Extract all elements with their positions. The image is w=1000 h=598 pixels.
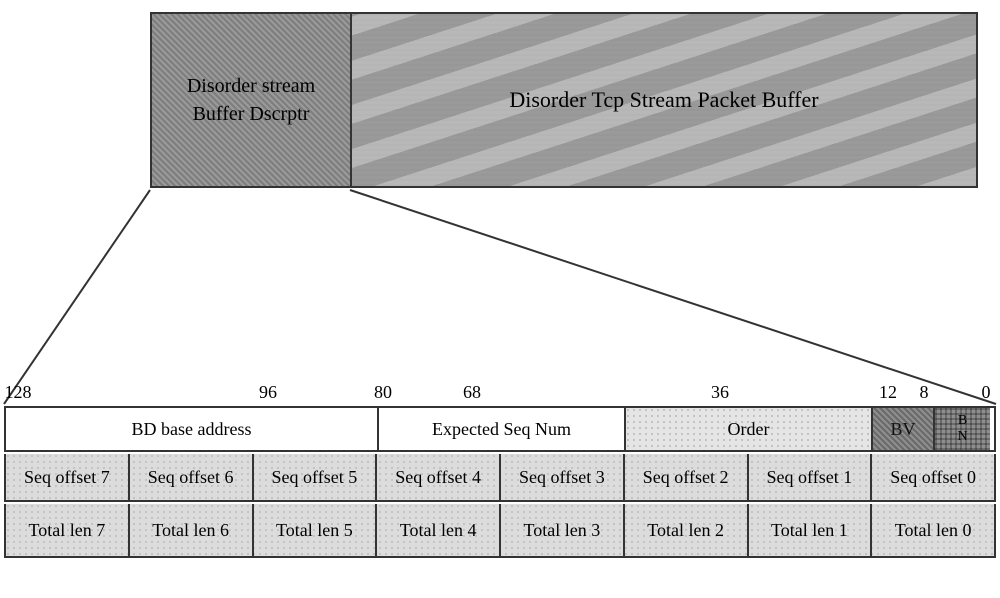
seq-offset-cell-5: Seq offset 5 (254, 454, 378, 500)
field-bv: BV (873, 408, 935, 450)
seq-offset-cell-3: Seq offset 3 (501, 454, 625, 500)
field-bar: BD base address Expected Seq Num Order B… (4, 406, 996, 452)
seq-offset-cell-4: Seq offset 4 (377, 454, 501, 500)
bit-pos-12: 12 (879, 382, 897, 403)
field-bd-base-address: BD base address (6, 408, 379, 450)
seq-offset-cell-6: Seq offset 6 (130, 454, 254, 500)
field-bn: B N (935, 408, 990, 450)
bit-pos-80: 80 (374, 382, 392, 403)
bit-pos-96: 96 (259, 382, 277, 403)
field-expected-seq-num: Expected Seq Num (379, 408, 626, 450)
bit-pos-0: 0 (982, 382, 991, 403)
total-len-cell-1: Total len 1 (749, 504, 873, 556)
disorder-descriptor-label: Disorder stream Buffer Dscrptr (160, 72, 342, 128)
disorder-packet-buffer-cell: Disorder Tcp Stream Packet Buffer (352, 14, 976, 186)
bit-pos-8: 8 (920, 382, 929, 403)
total-len-cell-6: Total len 6 (130, 504, 254, 556)
total-len-cell-4: Total len 4 (377, 504, 501, 556)
disorder-packet-buffer-label: Disorder Tcp Stream Packet Buffer (509, 87, 818, 113)
total-len-cell-3: Total len 3 (501, 504, 625, 556)
seq-offset-cell-0: Seq offset 0 (872, 454, 994, 500)
disorder-descriptor-cell: Disorder stream Buffer Dscrptr (152, 14, 352, 186)
bit-pos-128: 128 (5, 382, 32, 403)
total-len-row: Total len 7Total len 6Total len 5Total l… (4, 504, 996, 558)
total-len-cell-5: Total len 5 (254, 504, 378, 556)
seq-offset-cell-2: Seq offset 2 (625, 454, 749, 500)
seq-offset-cell-7: Seq offset 7 (6, 454, 130, 500)
total-len-cell-2: Total len 2 (625, 504, 749, 556)
top-buffer-bar: Disorder stream Buffer Dscrptr Disorder … (150, 12, 978, 188)
field-order: Order (626, 408, 873, 450)
seq-offset-row: Seq offset 7Seq offset 6Seq offset 5Seq … (4, 454, 996, 502)
total-len-cell-7: Total len 7 (6, 504, 130, 556)
total-len-cell-0: Total len 0 (872, 504, 994, 556)
bit-pos-68: 68 (463, 382, 481, 403)
bit-pos-36: 36 (711, 382, 729, 403)
seq-offset-cell-1: Seq offset 1 (749, 454, 873, 500)
